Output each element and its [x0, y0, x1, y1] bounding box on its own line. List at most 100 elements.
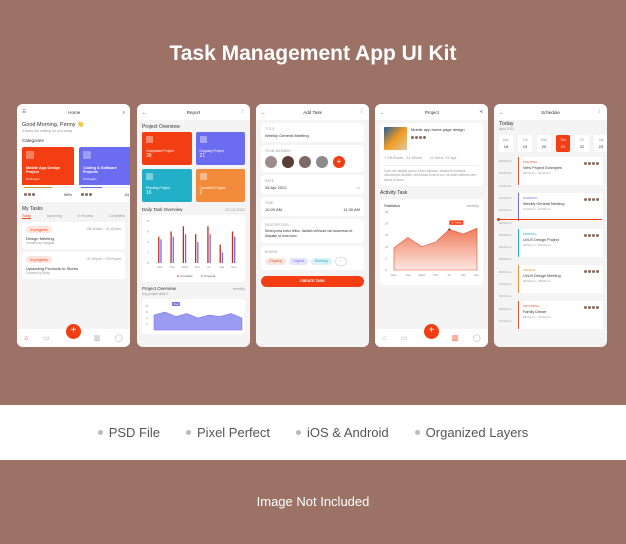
- calendar-icon[interactable]: ▭: [401, 334, 408, 342]
- calendar-icon[interactable]: ▭: [356, 185, 360, 190]
- stat-value: 2: [199, 190, 203, 196]
- home-icon[interactable]: ⌂: [382, 335, 386, 342]
- project-area-chart: 2 4 6 8 Wed: [146, 302, 243, 331]
- event-card[interactable]: UPCOMING Family Dinner 09:00 pm - 11:00 pm: [518, 301, 603, 329]
- event-time: 06:00 pm - 08:00 pm: [523, 279, 551, 283]
- profile-icon[interactable]: ◯: [473, 334, 481, 342]
- calendar-icon[interactable]: ▭: [43, 334, 50, 342]
- y-tick-label: 2: [147, 251, 149, 255]
- period-select[interactable]: weekly: [233, 286, 245, 291]
- feature-item: PSD File: [97, 425, 160, 440]
- project-description: Cras non aliquet ipsum. Nunc egestas, ma…: [384, 165, 479, 182]
- day-tue[interactable]: Tue 19: [518, 135, 532, 152]
- team-field: TEAM MEMBER +: [261, 145, 364, 172]
- board-chip[interactable]: Working: [310, 257, 332, 265]
- more-icon[interactable]: ⋮: [360, 109, 365, 115]
- board-chip[interactable]: Urgent: [289, 257, 308, 265]
- day-thu[interactable]: Thu 21: [556, 135, 570, 152]
- bar-complete: [207, 226, 209, 263]
- categories-label: Categories: [22, 138, 44, 143]
- back-icon[interactable]: ←: [142, 110, 147, 115]
- day-sat[interactable]: Sat 23: [594, 135, 607, 152]
- title-field[interactable]: TITLE Weekly General Meeting: [261, 123, 364, 142]
- chart-icon[interactable]: ▥: [94, 334, 101, 342]
- add-button[interactable]: +: [66, 324, 81, 339]
- more-icon[interactable]: ⋮: [240, 109, 245, 115]
- day-fri[interactable]: Fri 22: [575, 135, 589, 152]
- avatar: [282, 156, 294, 168]
- stat-completed[interactable]: Completed Project 38: [142, 132, 192, 165]
- avatar: [265, 156, 277, 168]
- task-card[interactable]: In progress 09:30am - 11:00am Design Meet…: [22, 222, 125, 249]
- avatar: [316, 156, 328, 168]
- features-band: PSD File Pixel Perfect iOS & Android Org…: [0, 405, 626, 460]
- create-task-button[interactable]: CREATE TASK: [261, 275, 364, 287]
- footer-note: Image Not Included: [256, 494, 370, 509]
- time-field[interactable]: TIME 10:00 AM 11:30 AM: [261, 197, 364, 216]
- date-field[interactable]: DATE 28 Apr 2022 ▭: [261, 175, 364, 194]
- back-icon[interactable]: ←: [380, 110, 385, 115]
- event-card[interactable]: WORKING Weekly General Meeting 12:00 pm - …: [518, 193, 603, 221]
- bar-ongoing: [234, 236, 236, 263]
- event-card[interactable]: PENDING UI/UX Design Project 03:00 pm - 05…: [518, 229, 603, 257]
- share-icon[interactable]: ⋖: [479, 109, 483, 115]
- task-time: 09:30am - 11:00am: [86, 226, 121, 231]
- time-start: 10:00 AM: [265, 207, 282, 212]
- legend-label: Complete: [180, 274, 193, 278]
- phone-project: ← Project ⋖ Mobile app home page design ◔ …: [375, 104, 488, 347]
- field-label: DATE: [265, 179, 275, 183]
- greeting-subtitle: 9 tasks are waiting for you today: [22, 129, 73, 133]
- search-icon[interactable]: ⌕: [122, 110, 125, 115]
- category-progress: 58%: [63, 192, 72, 197]
- stat-canceled[interactable]: Canceled Project 2: [195, 169, 245, 202]
- x-tick-label: Mon: [391, 273, 397, 277]
- board-field: BOARD Ongoing Urgent Working +: [261, 245, 364, 270]
- description-field[interactable]: DESCRIPTION Morbi porta tortor tellus, fa…: [261, 219, 364, 243]
- time-label: 07:00 pm: [499, 282, 512, 286]
- y-tick-label: 8: [146, 304, 148, 308]
- bar-ongoing: [197, 242, 199, 263]
- x-tick-label: Fri: [208, 265, 212, 269]
- field-label: TIME: [265, 201, 274, 205]
- project-name: Mobile app home page design: [411, 127, 465, 132]
- profile-icon[interactable]: ◯: [115, 334, 123, 342]
- board-chip[interactable]: Ongoing: [265, 257, 287, 265]
- stat-pending[interactable]: Pending Project 16: [142, 169, 192, 202]
- add-board-button[interactable]: +: [334, 256, 347, 266]
- home-icon[interactable]: ⌂: [24, 335, 28, 342]
- x-tick-label: Mon: [157, 265, 163, 269]
- y-tick-label: 8: [147, 219, 149, 223]
- category-name: Mobile App Design Project: [26, 166, 61, 174]
- chart-icon[interactable]: ▥: [452, 334, 459, 342]
- event-card[interactable]: URGENT UI/UX Design Meeting 06:00 pm - 08:…: [518, 265, 603, 293]
- day-mon[interactable]: Mon 18: [499, 135, 513, 152]
- x-tick-label: Thu: [433, 273, 439, 277]
- add-member-button[interactable]: +: [333, 156, 345, 168]
- category-card[interactable]: Coding & Software Projects 10 Project 43: [79, 147, 130, 200]
- tab-upcoming[interactable]: Upcoming: [47, 214, 62, 219]
- x-tick-label: Wed: [182, 265, 188, 269]
- tab-completed[interactable]: Completed: [109, 214, 125, 219]
- task-card[interactable]: In progress 01:00pm - 03:00pm Uploading P…: [22, 252, 125, 279]
- stat-ongoing[interactable]: Ongoing Project 21: [195, 132, 245, 165]
- back-icon[interactable]: ←: [261, 110, 266, 115]
- daily-date: 22.04.2022: [224, 207, 245, 212]
- day-wed[interactable]: Wed 20: [537, 135, 551, 152]
- event-card[interactable]: ONGOING View Project Examples 09:00 am - 1…: [518, 157, 603, 185]
- tab-in-process[interactable]: In Process: [78, 214, 94, 219]
- x-tick-label: Tue: [405, 273, 410, 277]
- back-icon[interactable]: ←: [499, 110, 504, 115]
- title-value: Weekly General Meeting: [265, 133, 309, 138]
- status-badge: In progress: [26, 226, 52, 233]
- time-label: 04:00 pm: [499, 245, 512, 250]
- add-button[interactable]: +: [424, 324, 439, 339]
- bar-complete: [158, 236, 160, 263]
- menu-icon[interactable]: ☰: [22, 109, 26, 115]
- screen-title: Add Task: [303, 109, 322, 115]
- tab-today[interactable]: Today: [22, 214, 31, 219]
- code-icon: [83, 151, 91, 159]
- category-card[interactable]: Mobile App Design Project 10 Project 58%: [22, 147, 74, 200]
- legend-label: Ongoing: [204, 274, 216, 278]
- y-tick-label: 20: [385, 222, 389, 226]
- more-icon[interactable]: ⋮: [597, 109, 602, 115]
